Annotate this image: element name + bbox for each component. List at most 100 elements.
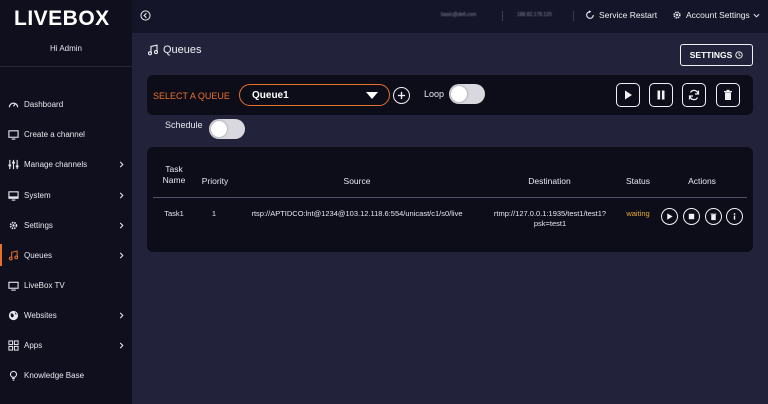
loop-label: Loop: [424, 89, 445, 99]
sidebar-item-label: Manage channels: [24, 159, 88, 169]
queue-select[interactable]: Queue1: [239, 84, 390, 106]
queue-control-panel: SELECT A QUEUE Queue1 Loop: [147, 75, 753, 115]
chevron-right-icon: [119, 252, 124, 258]
schedule-toggle[interactable]: [209, 119, 245, 139]
sidebar-item-manage-channels[interactable]: Manage channels: [0, 153, 132, 175]
sliders-icon: [8, 159, 19, 169]
sidebar-item-knowledge-base[interactable]: Knowledge Base: [0, 364, 132, 386]
desktop-icon: [8, 190, 19, 201]
queue-select-value: Queue1: [252, 89, 289, 101]
service-restart-label: Service Restart: [599, 10, 658, 20]
ip-address-blurred: 188.82.178.120: [517, 12, 552, 18]
chevron-right-icon: [119, 312, 124, 318]
sidebar-item-apps[interactable]: Apps: [0, 334, 132, 356]
settings-button[interactable]: SETTINGS: [680, 44, 753, 66]
clock-icon: [735, 51, 743, 59]
loop-toggle[interactable]: [449, 84, 485, 104]
sidebar-item-queues[interactable]: Queues: [0, 244, 132, 266]
sidebar-item-dashboard[interactable]: Dashboard: [0, 93, 132, 115]
gear-icon: [9, 221, 18, 229]
cell-destination: rtmp://127.0.0.1:1935/test1/test1? psk=t…: [483, 209, 617, 229]
add-queue-button[interactable]: [393, 87, 410, 104]
cell-task-name: Task1: [164, 209, 184, 218]
sidebar-item-label: Settings: [24, 220, 53, 230]
music-icon: [8, 249, 19, 260]
chevron-down-icon: [753, 13, 760, 18]
top-separator: [573, 11, 574, 21]
account-settings-menu[interactable]: Account Settings: [672, 10, 760, 20]
column-header-priority: Priority: [201, 176, 229, 186]
table-header-divider: [153, 197, 747, 198]
task-info-button[interactable]: [726, 208, 743, 225]
gear-icon: [673, 11, 681, 19]
chevron-right-icon: [119, 161, 124, 167]
play-queue-button[interactable]: [616, 83, 640, 107]
service-restart-button[interactable]: Service Restart: [585, 10, 657, 20]
top-bar: basic@dell.com 188.82.178.120 Service Re…: [132, 0, 768, 33]
sidebar-item-label: Apps: [24, 340, 43, 350]
refresh-queue-button[interactable]: [682, 83, 706, 107]
sidebar-item-label: Websites: [24, 310, 57, 320]
destination-line: rtmp://127.0.0.1:1935/test1/test1?: [493, 209, 607, 218]
settings-button-label: SETTINGS: [689, 50, 733, 60]
gauge-icon: [8, 102, 19, 107]
user-email-blurred: basic@dell.com: [441, 12, 477, 18]
pause-icon: [657, 90, 665, 100]
sidebar-item-system[interactable]: System: [0, 184, 132, 206]
lightbulb-icon: [9, 370, 18, 381]
toggle-knob: [451, 86, 467, 102]
cell-status: waiting: [626, 209, 650, 218]
account-settings-label: Account Settings: [686, 10, 750, 20]
cell-priority: 1: [211, 209, 217, 218]
collapse-sidebar-icon[interactable]: [140, 10, 151, 21]
sidebar-item-label: Knowledge Base: [24, 370, 85, 380]
plus-icon: [397, 91, 406, 100]
sidebar-item-label: Queues: [24, 250, 53, 260]
trash-icon: [724, 89, 732, 100]
globe-icon: [8, 310, 19, 320]
restart-icon: [586, 10, 594, 19]
toggle-knob: [211, 121, 227, 137]
trash-icon: [710, 213, 717, 221]
user-greeting: Hi Admin: [49, 44, 82, 53]
sidebar-item-label: Create a channel: [24, 129, 85, 139]
sidebar-divider: [0, 66, 132, 67]
sidebar-item-settings[interactable]: Settings: [0, 214, 132, 236]
tv-icon: [8, 281, 19, 291]
top-separator: [502, 11, 503, 21]
stop-icon: [688, 213, 695, 220]
pause-queue-button[interactable]: [649, 83, 673, 107]
column-header-status: Status: [625, 176, 651, 186]
column-header-actions: Actions: [688, 176, 716, 186]
music-icon: [147, 44, 159, 56]
caret-down-icon: [366, 92, 378, 99]
column-header-destination: Destination: [528, 176, 571, 186]
delete-queue-button[interactable]: [716, 83, 740, 107]
refresh-icon: [688, 89, 700, 101]
task-play-button[interactable]: [661, 208, 678, 225]
sidebar-item-label: LiveBox TV: [24, 280, 65, 290]
header-line: Name: [162, 175, 186, 185]
column-header-task-name: Task Name: [159, 164, 189, 186]
sidebar-item-livebox-tv[interactable]: LiveBox TV: [0, 274, 132, 296]
grid-icon: [8, 339, 19, 351]
chevron-right-icon: [119, 192, 124, 198]
task-delete-button[interactable]: [705, 208, 722, 225]
task-stop-button[interactable]: [683, 208, 700, 225]
schedule-label: Schedule: [165, 120, 203, 130]
info-icon: [733, 213, 736, 220]
sidebar: LIVEBOX Hi Admin Dashboard Create a chan…: [0, 0, 132, 404]
sidebar-item-label: Dashboard: [24, 99, 64, 109]
page-title: Queues: [147, 44, 202, 56]
header-line: Task: [165, 164, 183, 174]
sidebar-item-label: System: [24, 190, 51, 200]
destination-line: psk=test1: [533, 219, 567, 228]
chevron-right-icon: [119, 222, 124, 228]
play-icon: [625, 90, 632, 100]
sidebar-item-create-channel[interactable]: Create a channel: [0, 123, 132, 145]
chevron-right-icon: [119, 342, 124, 348]
play-icon: [667, 213, 673, 220]
tasks-table: Task Name Priority Source Destination St…: [147, 147, 753, 252]
cell-source: rtsp://APTIDCO:lnt@1234@103.12.118.6:554…: [251, 209, 463, 218]
sidebar-item-websites[interactable]: Websites: [0, 304, 132, 326]
